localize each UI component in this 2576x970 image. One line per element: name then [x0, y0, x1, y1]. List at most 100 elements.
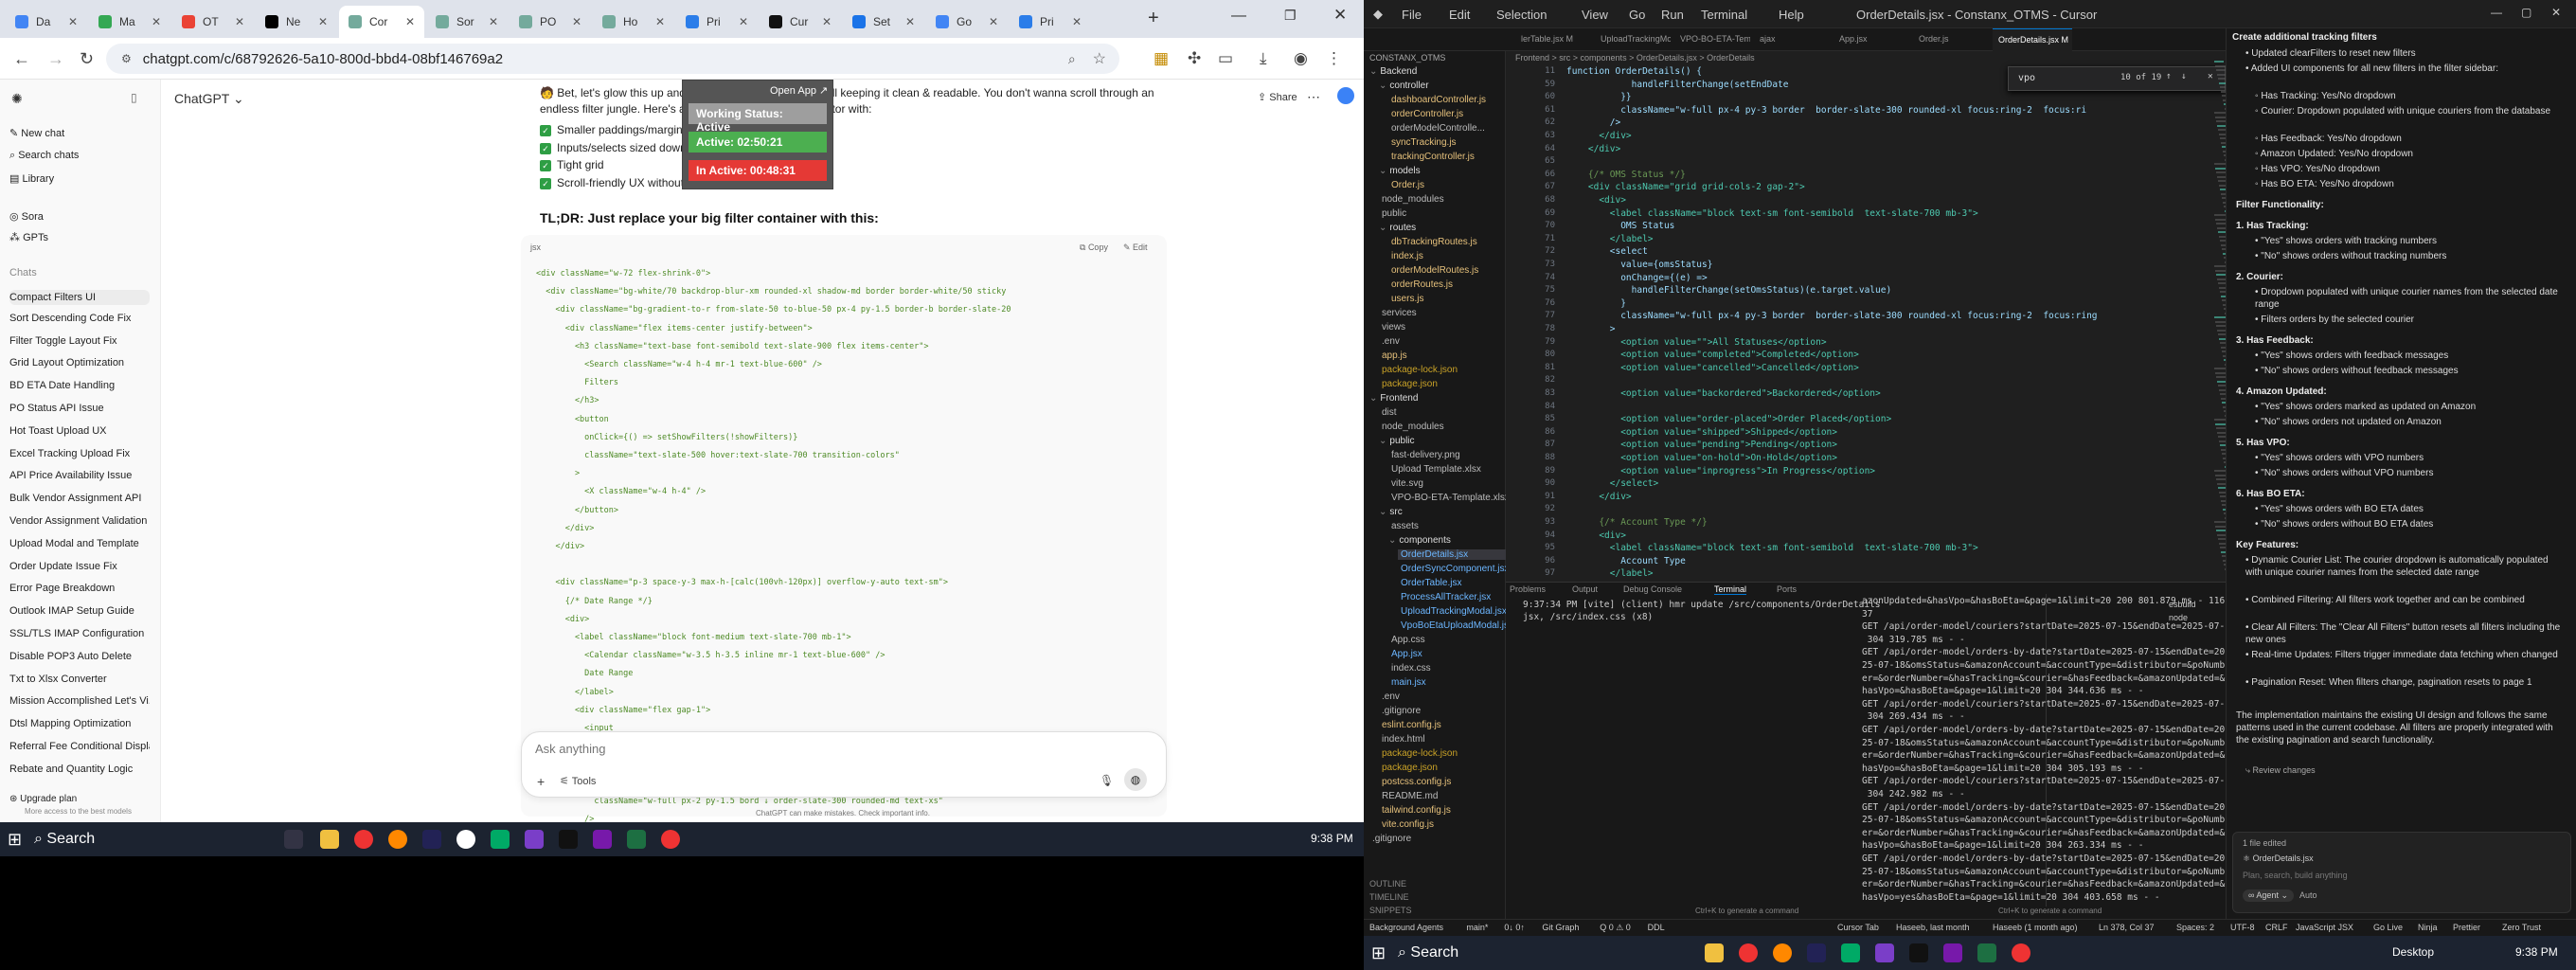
status-item[interactable]: main* [1466, 923, 1488, 932]
taskbar-search[interactable]: ⌕ Search [1398, 941, 1635, 965]
chat-history-item[interactable]: Sort Descending Code Fix [9, 313, 150, 324]
file-tree-item[interactable]: main.jsx [1388, 677, 1426, 688]
file-tree-item[interactable]: vite.svg [1388, 478, 1423, 489]
file-tree-item[interactable]: Upload Template.xlsx [1388, 464, 1481, 475]
chat-history-item[interactable]: Upload Modal and Template [9, 538, 150, 549]
file-tree-item[interactable]: index.css [1388, 663, 1431, 674]
file-tree-item[interactable]: README.md [1379, 791, 1438, 801]
more-options-icon[interactable]: ⋯ [1307, 89, 1320, 105]
tools-button[interactable]: ⚟ Tools [560, 775, 596, 787]
tab-close-icon[interactable]: ✕ [63, 15, 78, 28]
library-button[interactable]: ▤ Library [9, 172, 150, 185]
editor-tab[interactable]: UploadTrackingModal.jsx [1595, 28, 1671, 51]
onenote-icon[interactable] [593, 830, 612, 849]
chat-history-item[interactable]: PO Status API Issue [9, 403, 150, 414]
status-item[interactable]: CRLF [2265, 923, 2288, 932]
file-tree-item[interactable]: ⌄ routes [1379, 223, 1416, 233]
minimize-icon[interactable]: — [1231, 8, 1246, 25]
file-tree-item[interactable]: ProcessAllTracker.jsx [1398, 592, 1491, 602]
chat-history-item[interactable]: Error Page Breakdown [9, 583, 150, 594]
chat-history-item[interactable]: Filter Toggle Layout Fix [9, 335, 150, 347]
github-icon[interactable] [456, 830, 475, 849]
find-input[interactable]: vpo [2018, 73, 2035, 83]
vscode-icon[interactable] [1841, 943, 1860, 962]
browser-tab[interactable]: Cur ✕ [760, 6, 841, 38]
menu-view[interactable]: View [1582, 8, 1608, 22]
minimize-icon[interactable]: — [2491, 6, 2502, 19]
attach-icon[interactable]: + [537, 774, 545, 789]
find-prev-icon[interactable]: ↑ [2166, 71, 2172, 81]
file-tree-item[interactable]: index.js [1388, 251, 1423, 261]
browser-tab[interactable]: Da ✕ [6, 6, 87, 38]
start-icon[interactable]: ⊞ [8, 830, 22, 850]
forward-icon[interactable]: → [47, 49, 64, 69]
download-icon[interactable]: ⤓ [1260, 49, 1267, 68]
browser-tab[interactable]: Go ✕ [926, 6, 1008, 38]
gpts-button[interactable]: ⁂ GPTs [9, 231, 150, 243]
vs-icon[interactable] [525, 830, 544, 849]
model-selector[interactable]: ChatGPT ⌄ [174, 91, 244, 107]
chat-history-item[interactable]: Grid Layout Optimization [9, 357, 150, 368]
tab-close-icon[interactable]: ✕ [146, 15, 161, 28]
file-tree-item[interactable]: package-lock.json [1379, 748, 1458, 759]
close-window-icon[interactable]: ✕ [1333, 6, 1347, 25]
file-tree-item[interactable]: orderController.js [1388, 109, 1463, 119]
zoom-icon[interactable]: ⌕ [1068, 51, 1076, 67]
file-tree-item[interactable]: dbTrackingRoutes.js [1388, 237, 1477, 247]
desktop-label[interactable]: Desktop [2392, 945, 2434, 959]
menu-edit[interactable]: Edit [1449, 8, 1470, 22]
file-tree-item[interactable]: eslint.config.js [1379, 720, 1441, 730]
model-auto-selector[interactable]: Auto [2299, 890, 2317, 900]
tab-close-icon[interactable]: ✕ [900, 15, 915, 28]
chat-history-item[interactable]: Compact Filters UI [9, 290, 150, 305]
file-tree-item[interactable]: .gitignore [1369, 834, 1411, 844]
chrome-icon[interactable] [354, 830, 373, 849]
file-tree-item[interactable]: node_modules [1379, 194, 1444, 205]
status-item[interactable]: UTF-8 [2230, 923, 2255, 932]
terminal-icon[interactable] [559, 830, 578, 849]
bookmark-star-icon[interactable]: ☆ [1093, 49, 1106, 68]
editor-tab[interactable]: ajax [1754, 28, 1830, 51]
browser-tab[interactable]: Pri ✕ [1010, 6, 1091, 38]
file-tree-item[interactable]: assets [1388, 521, 1419, 531]
menu-go[interactable]: Go [1629, 8, 1645, 22]
chat-history-item[interactable]: Bulk Vendor Assignment API [9, 493, 150, 504]
file-tree-item[interactable]: .env [1379, 692, 1400, 702]
terminal-tab-debug-console[interactable]: Debug Console [1623, 584, 1682, 594]
file-tree-item[interactable]: trackingController.js [1388, 152, 1475, 162]
voice-mode-button[interactable]: ◍ [1124, 768, 1147, 791]
file-tree-item[interactable]: package.json [1379, 379, 1438, 389]
terminal-tab-ports[interactable]: Ports [1777, 584, 1797, 594]
file-tree-item[interactable]: tailwind.config.js [1379, 805, 1451, 816]
status-item[interactable]: Haseeb, last month [1896, 923, 1970, 932]
status-item[interactable]: Git Graph [1542, 923, 1579, 932]
mic-icon[interactable]: 🎙 [1100, 774, 1114, 787]
chat-history-item[interactable]: SSL/TLS IMAP Configuration [9, 628, 150, 639]
site-info-icon[interactable]: ⚙ [121, 52, 132, 65]
copy-code-button[interactable]: ⧉ Copy [1080, 242, 1108, 253]
terminal-tab-problems[interactable]: Problems [1510, 584, 1546, 594]
file-tree-item[interactable]: index.html [1379, 734, 1425, 745]
file-tree-item[interactable]: node_modules [1379, 422, 1444, 432]
menu-help[interactable]: Help [1779, 8, 1804, 22]
chat-history-item[interactable]: Rebate and Quantity Logic [9, 763, 150, 775]
browser-tab[interactable]: Ma ✕ [89, 6, 170, 38]
profile-icon[interactable]: ◉ [1294, 49, 1308, 68]
browser-tab[interactable]: Pri ✕ [676, 6, 758, 38]
back-icon[interactable]: ← [13, 49, 30, 69]
chat-history-item[interactable]: Disable POP3 Auto Delete [9, 651, 150, 662]
new-tab-button[interactable]: + [1148, 8, 1159, 29]
agent-mode-selector[interactable]: ∞ Agent ⌄ [2243, 889, 2294, 902]
find-next-icon[interactable]: ↓ [2181, 71, 2187, 81]
onenote-icon[interactable] [1943, 943, 1962, 962]
menu-icon[interactable]: ⋮ [1326, 49, 1342, 68]
chat-history-item[interactable]: Outlook IMAP Setup Guide [9, 605, 150, 617]
clock[interactable]: 9:38 PM [2515, 945, 2558, 959]
composer-input[interactable]: Plan, search, build anything [2243, 871, 2348, 880]
new-chat-button[interactable]: ✎ New chat [9, 127, 150, 139]
file-tree-item[interactable]: ⌄ Frontend [1369, 393, 1418, 404]
status-item[interactable]: Background Agents [1369, 923, 1443, 932]
files-edited[interactable]: 1 file edited [2243, 838, 2286, 848]
file-tree-item[interactable]: ⌄ models [1379, 166, 1421, 176]
tab-close-icon[interactable]: ✕ [816, 15, 832, 28]
